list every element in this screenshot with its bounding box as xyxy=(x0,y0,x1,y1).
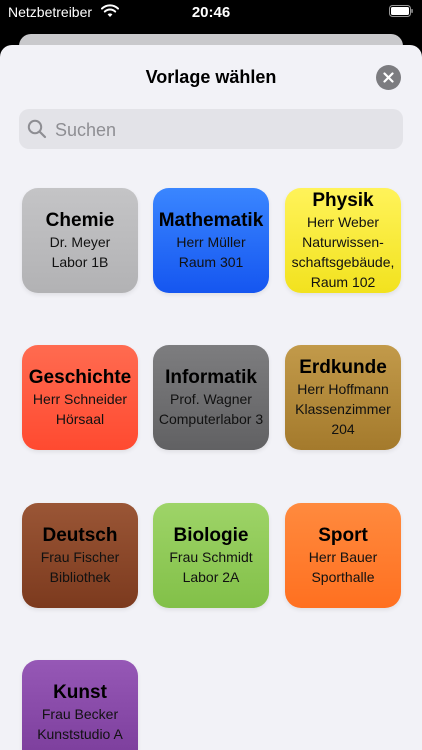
template-name: Mathematik xyxy=(158,209,264,231)
template-teacher: Herr Müller xyxy=(176,233,246,250)
template-name: Biologie xyxy=(173,524,249,546)
template-room: Kunststudio A xyxy=(37,725,123,742)
template-tile-sport[interactable]: Sport Herr Bauer Sporthalle xyxy=(285,503,401,608)
template-name: Erdkunde xyxy=(299,356,387,378)
template-teacher: Prof. Wagner xyxy=(170,390,252,407)
template-tile-deutsch[interactable]: Deutsch Frau Fischer Bibliothek xyxy=(22,503,138,608)
template-room: Klassenzimmer xyxy=(295,400,391,417)
template-room: Computerlabor 3 xyxy=(158,410,264,427)
template-teacher: Herr Hoffmann xyxy=(297,380,389,397)
status-bar: Netzbetreiber 20:46 xyxy=(0,0,422,26)
template-name: Informatik xyxy=(165,366,257,388)
template-name: Geschichte xyxy=(28,366,132,388)
template-room: Bibliothek xyxy=(49,568,111,585)
search-input[interactable] xyxy=(53,109,397,151)
template-tile-mathematik[interactable]: Mathematik Herr Müller Raum 301 xyxy=(153,188,269,293)
template-room: Naturwissen- xyxy=(302,233,384,250)
template-teacher: Herr Schneider xyxy=(32,390,128,407)
battery-icon xyxy=(389,5,413,17)
template-tile-biologie[interactable]: Biologie Frau Schmidt Labor 2A xyxy=(153,503,269,608)
status-time: 20:46 xyxy=(191,4,231,21)
template-name: Kunst xyxy=(53,681,107,703)
template-tile-physik[interactable]: Physik Herr Weber Naturwissen-schaftsgebäu… xyxy=(285,188,401,293)
template-teacher: Herr Bauer xyxy=(308,548,378,565)
search-bar[interactable] xyxy=(19,109,403,151)
template-name: Deutsch xyxy=(42,524,118,546)
close-button[interactable] xyxy=(376,65,401,90)
template-room: Labor 1B xyxy=(51,253,109,270)
template-tile-informatik[interactable]: Informatik Prof. Wagner Computerlabor 3 xyxy=(153,345,269,450)
template-room: Labor 2A xyxy=(182,568,240,585)
template-room: 204 xyxy=(331,420,355,437)
template-tile-chemie[interactable]: Chemie Dr. Meyer Labor 1B xyxy=(22,188,138,293)
template-teacher: Frau Schmidt xyxy=(169,548,253,565)
template-tile-kunst[interactable]: Kunst Frau Becker Kunststudio A xyxy=(22,660,138,750)
template-teacher: Herr Weber xyxy=(306,213,380,230)
template-room: schaftsgebäude, xyxy=(291,253,395,270)
template-picker-sheet: Vorlage wählen Chemie Dr. Meyer Labor 1B Ma… xyxy=(0,45,422,750)
template-room: Raum 102 xyxy=(310,273,376,290)
template-name: Chemie xyxy=(45,209,115,231)
template-name: Physik xyxy=(312,189,374,211)
close-icon xyxy=(383,72,394,83)
template-room: Raum 301 xyxy=(178,253,244,270)
template-teacher: Dr. Meyer xyxy=(49,233,111,250)
sheet-title: Vorlage wählen xyxy=(145,67,277,87)
template-room: Sporthalle xyxy=(311,568,375,585)
template-teacher: Frau Fischer xyxy=(40,548,120,565)
template-teacher: Frau Becker xyxy=(41,705,119,722)
template-tile-geschichte[interactable]: Geschichte Herr Schneider Hörsaal xyxy=(22,345,138,450)
template-room: Hörsaal xyxy=(55,410,105,427)
search-icon xyxy=(27,119,47,139)
template-tile-erdkunde[interactable]: Erdkunde Herr Hoffmann Klassenzimmer 204 xyxy=(285,345,401,450)
template-name: Sport xyxy=(318,524,368,546)
